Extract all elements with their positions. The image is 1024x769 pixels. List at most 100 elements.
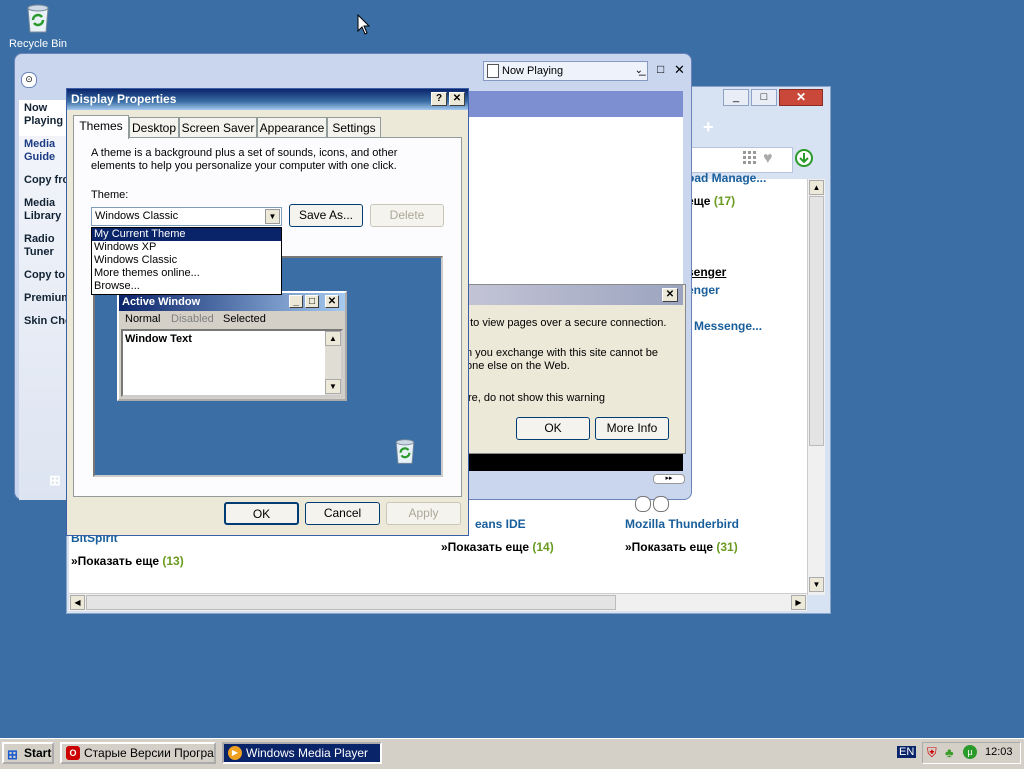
browser-horizontal-scrollbar[interactable]: ◀ ▶ [69, 593, 807, 611]
theme-label: Theme: [91, 189, 129, 201]
theme-option[interactable]: Windows Classic [92, 254, 281, 267]
sidebar-item-premium-services[interactable]: Premium Services [19, 290, 67, 313]
wmp-video-bar [469, 454, 683, 471]
download-icon[interactable] [795, 149, 813, 170]
show-more-count: (17) [713, 194, 736, 208]
tab-appearance[interactable]: Appearance [257, 117, 327, 138]
sidebar-item-copy-to-cd[interactable]: Copy to CD or Device [19, 267, 67, 290]
preview-active-window: Active Window _ □ ✕ Normal Disabled Sele… [117, 291, 347, 401]
theme-option[interactable]: More themes online... [92, 267, 281, 280]
tab-desktop[interactable]: Desktop [129, 117, 179, 138]
shield-icon[interactable]: ⛨ [927, 745, 937, 761]
browser-minimize-button[interactable]: _ [723, 89, 749, 106]
cancel-button[interactable]: Cancel [305, 502, 380, 525]
help-button[interactable]: ? [431, 92, 447, 106]
favorite-heart-icon[interactable]: ♥ [763, 150, 773, 168]
clock: 12:03 [985, 746, 1013, 758]
link-thunderbird[interactable]: Mozilla Thunderbird [625, 517, 739, 531]
chevron-down-icon[interactable]: ▼ [265, 209, 280, 224]
show-more-label: »Показать еще [71, 554, 159, 568]
address-bar-right[interactable] [691, 147, 793, 173]
preview-scrollbar: ▲ ▼ [325, 331, 341, 395]
recycle-bin-desktop-icon[interactable]: Recycle Bin [4, 2, 72, 50]
now-playing-label: Now Playing [502, 65, 564, 77]
browser-close-button[interactable]: ✕ [779, 89, 823, 106]
browser-vertical-scrollbar[interactable]: ▲ ▼ [807, 179, 825, 595]
show-more-col3-top[interactable]: »Показать ещееще (17) [687, 194, 735, 208]
close-button[interactable]: ✕ [449, 92, 465, 106]
sidebar-item-now-playing[interactable]: Now Playing [19, 100, 67, 136]
start-label: Start [24, 746, 52, 760]
ok-button[interactable]: OK [224, 502, 299, 525]
show-more-count: (14) [532, 540, 554, 554]
wmp-sidebar: Now Playing Media Guide Copy from CD Med… [19, 100, 67, 500]
theme-option[interactable]: My Current Theme [92, 228, 281, 241]
taskbar: ⊞ Start O Старые Версии Програ... ▶ Wind… [0, 738, 1024, 769]
security-text-1: t to view pages over a secure connection… [464, 317, 667, 329]
wmp-fast-forward-icon[interactable]: ▸▸ [653, 474, 685, 484]
link-messenger-3[interactable]: Messenge... [694, 319, 762, 333]
sidebar-item-radio-tuner[interactable]: Radio Tuner [19, 231, 67, 267]
security-more-info-button[interactable]: More Info [595, 417, 669, 440]
link-netbeans[interactable]: eans IDE [475, 517, 526, 531]
theme-dropdown-list: My Current Theme Windows XP Windows Clas… [91, 227, 282, 295]
scroll-left-arrow-icon[interactable]: ◀ [70, 595, 85, 610]
dialog-title: Display Properties [67, 89, 468, 110]
scroll-up-arrow-icon[interactable]: ▲ [809, 180, 824, 195]
theme-option[interactable]: Browse... [92, 280, 281, 293]
sidebar-item-copy-from-cd[interactable]: Copy from CD [19, 172, 67, 195]
taskbar-item-wmp[interactable]: ▶ Windows Media Player [222, 742, 382, 764]
grid-icon[interactable] [743, 151, 757, 168]
scroll-right-arrow-icon[interactable]: ▶ [791, 595, 806, 610]
tab-settings[interactable]: Settings [327, 117, 381, 138]
tab-themes[interactable]: Themes [73, 115, 129, 139]
tab-screen-saver[interactable]: Screen Saver [179, 117, 257, 138]
link-messenger-1[interactable]: senger [687, 265, 726, 279]
preview-menu-normal: Normal [125, 313, 161, 325]
now-playing-selector[interactable]: Now Playing ⌄ [483, 61, 648, 81]
link-download-manager[interactable]: oad Manage... [687, 171, 766, 185]
theme-selected-value: Windows Classic [95, 210, 179, 222]
theme-dropdown[interactable]: Windows Classic ▼ [91, 207, 282, 226]
sidebar-item-skin-chooser[interactable]: Skin Chooser [19, 313, 67, 336]
wmp-header-band [469, 91, 683, 117]
security-ok-button[interactable]: OK [516, 417, 590, 440]
show-more-col2[interactable]: »Показать еще (14) [441, 540, 554, 554]
preview-menu-selected: Selected [223, 313, 266, 325]
wmp-close-button[interactable]: ✕ [674, 62, 685, 78]
wmp-menu-icon[interactable]: ⊙ [21, 72, 37, 88]
delete-button: Delete [370, 204, 444, 227]
save-as-button[interactable]: Save As... [289, 204, 363, 227]
torrent-icon[interactable]: µ [963, 745, 977, 759]
language-indicator[interactable]: EN [897, 746, 917, 758]
preview-window-text: Window Text [125, 333, 192, 345]
preview-menu-disabled: Disabled [171, 313, 214, 325]
taskbar-item-label: Старые Версии Програ... [84, 746, 216, 760]
browser-maximize-button[interactable]: □ [751, 89, 777, 106]
scroll-thumb[interactable] [809, 196, 824, 446]
start-button[interactable]: ⊞ Start [2, 742, 54, 764]
preview-scroll-down-icon: ▼ [325, 379, 341, 394]
show-more-col1[interactable]: »Показать еще (13) [71, 554, 184, 568]
preview-maximize-icon: □ [305, 295, 319, 308]
taskbar-item-opera[interactable]: O Старые Версии Програ... [60, 742, 216, 764]
wmp-eq-icon[interactable] [635, 496, 651, 512]
display-properties-dialog: Display Properties ? ✕ Themes Desktop Sc… [66, 88, 469, 536]
security-checkbox-label[interactable]: re, do not show this warning [468, 392, 605, 404]
wmp-minimize-button[interactable]: _ [639, 62, 646, 76]
system-tray: ⛨ ♣ µ 12:03 [922, 742, 1021, 764]
theme-option[interactable]: Windows XP [92, 241, 281, 254]
security-dialog-titlebar [464, 285, 683, 305]
wmp-maximize-button[interactable]: □ [657, 62, 664, 76]
wmp-skin-icon[interactable] [653, 496, 669, 512]
sidebar-item-media-guide[interactable]: Media Guide [19, 136, 67, 172]
show-more-col3[interactable]: »Показать еще (31) [625, 540, 738, 554]
hscroll-thumb[interactable] [86, 595, 616, 610]
scroll-down-arrow-icon[interactable]: ▼ [809, 577, 824, 592]
network-icon[interactable]: ♣ [945, 745, 954, 760]
security-close-button[interactable]: ✕ [662, 288, 678, 302]
wmp-icon: ▶ [228, 746, 242, 760]
new-tab-button[interactable]: + [703, 117, 714, 138]
preview-minimize-icon: _ [289, 295, 303, 308]
sidebar-item-media-library[interactable]: Media Library [19, 195, 67, 231]
